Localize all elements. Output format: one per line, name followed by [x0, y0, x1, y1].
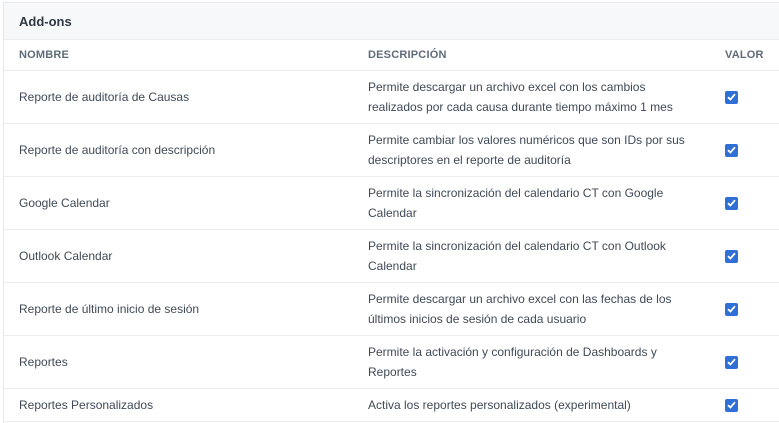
checkmark-icon [727, 252, 736, 260]
addon-enabled-checkbox[interactable] [725, 355, 738, 369]
addon-description: Activa los reportes personalizados (expe… [368, 398, 631, 412]
addon-name: Reportes Personalizados [19, 398, 154, 412]
addons-panel: Add-ons NOMBRE DESCRIPCIÓN VALOR Reporte… [3, 2, 779, 423]
checkmark-icon [727, 305, 736, 313]
addon-description: Permite cambiar los valores numéricos qu… [368, 133, 685, 167]
addon-description: Permite la activación y configuración de… [368, 345, 657, 379]
column-header-value: VALOR [725, 49, 764, 61]
panel-title: Add-ons [19, 13, 72, 29]
table-row: Reportes Permite la activación y configu… [4, 336, 779, 389]
addon-enabled-checkbox[interactable] [725, 196, 738, 210]
column-header-name: NOMBRE [19, 49, 70, 61]
table-row: Reporte de auditoría con descripción Per… [4, 124, 779, 177]
column-header-description: DESCRIPCIÓN [368, 49, 447, 61]
addon-enabled-checkbox[interactable] [725, 143, 738, 157]
checkmark-icon [727, 199, 736, 207]
checkmark-icon [727, 93, 736, 101]
addon-description: Permite la sincronización del calendario… [368, 239, 666, 273]
addon-description: Permite descargar un archivo excel con l… [368, 80, 673, 114]
table-row: Outlook Calendar Permite la sincronizaci… [4, 230, 779, 283]
table-row: Reportes Personalizados Activa los repor… [4, 389, 779, 422]
addon-name: Reporte de auditoría de Causas [19, 90, 190, 104]
addon-description: Permite la sincronización del calendario… [368, 186, 664, 220]
table-row: Google Calendar Permite la sincronizació… [4, 177, 779, 230]
addon-name: Google Calendar [19, 196, 110, 210]
addon-description: Permite descargar un archivo excel con l… [368, 292, 672, 326]
checkmark-icon [727, 358, 736, 366]
addon-enabled-checkbox[interactable] [725, 302, 738, 316]
table-row: Reporte de último inicio de sesión Permi… [4, 283, 779, 336]
addon-name: Reportes [19, 355, 68, 369]
addon-enabled-checkbox[interactable] [725, 398, 738, 412]
addon-enabled-checkbox[interactable] [725, 90, 738, 104]
addon-enabled-checkbox[interactable] [725, 249, 738, 263]
addon-name: Reporte de auditoría con descripción [19, 143, 216, 157]
addon-name: Outlook Calendar [19, 249, 113, 263]
table-header: NOMBRE DESCRIPCIÓN VALOR [4, 40, 779, 71]
table-row: Reporte de auditoría de Causas Permite d… [4, 71, 779, 124]
addon-name: Reporte de último inicio de sesión [19, 302, 200, 316]
panel-header: Add-ons [4, 3, 779, 40]
checkmark-icon [727, 401, 736, 409]
checkmark-icon [727, 146, 736, 154]
